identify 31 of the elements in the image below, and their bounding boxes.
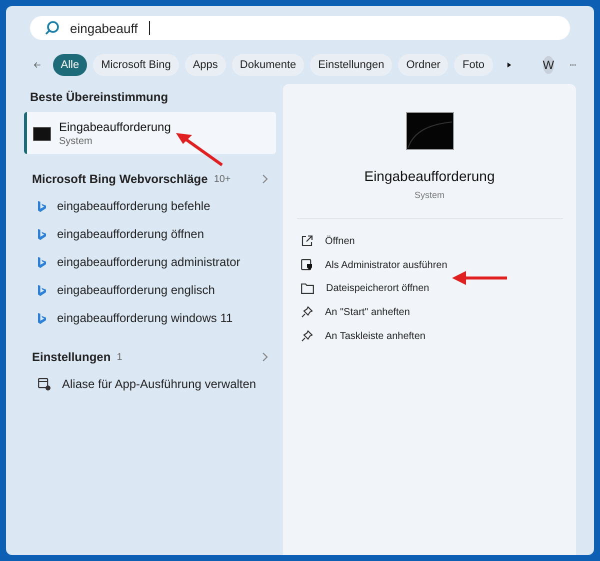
app-name: Eingabeaufforderung: [59, 120, 171, 134]
filter-tab[interactable]: Ordner: [398, 54, 448, 76]
filter-tab[interactable]: Apps: [184, 54, 226, 76]
action-item[interactable]: Öffnen: [301, 229, 576, 253]
account-avatar[interactable]: W: [542, 56, 554, 74]
result-item[interactable]: eingabeaufforderung befehle: [24, 192, 276, 220]
app-category: System: [59, 136, 94, 147]
app-title: Eingabeaufforderung: [364, 168, 495, 184]
section-heading: Einstellungen: [32, 350, 111, 364]
section-heading: Microsoft Bing Webvorschläge: [32, 172, 208, 186]
search-text: eingabeauff: [70, 20, 138, 36]
filter-tab[interactable]: Einstellungen: [310, 54, 392, 76]
result-item[interactable]: eingabeaufforderung englisch: [24, 276, 276, 304]
action-item[interactable]: Als Administrator ausführen: [301, 253, 576, 277]
filter-tab[interactable]: Foto: [454, 54, 492, 76]
best-match-item[interactable]: Eingabeaufforderung System: [24, 112, 276, 154]
search-field[interactable]: eingabeauff: [30, 16, 570, 40]
result-item[interactable]: eingabeaufforderung administrator: [24, 248, 276, 276]
filter-tab[interactable]: Alle: [52, 54, 88, 76]
section-heading: Beste Übereinstimmung: [29, 90, 170, 104]
result-count: 1: [116, 352, 122, 362]
result-item[interactable]: Aliase für App-Ausführung verwalten: [24, 370, 276, 398]
action-item[interactable]: Dateispeicherort öffnen: [301, 277, 576, 300]
app-category: System: [414, 190, 444, 200]
action-item[interactable]: An Taskleiste anheften: [301, 324, 576, 348]
filter-tab[interactable]: Dokumente: [232, 54, 304, 76]
action-item[interactable]: An "Start" anheften: [301, 300, 576, 324]
result-item[interactable]: eingabeaufforderung öffnen: [24, 220, 276, 248]
result-count: 10+: [214, 174, 231, 184]
result-item[interactable]: eingabeaufforderung windows 11: [24, 304, 276, 332]
filter-tab[interactable]: Microsoft Bing: [93, 54, 179, 76]
